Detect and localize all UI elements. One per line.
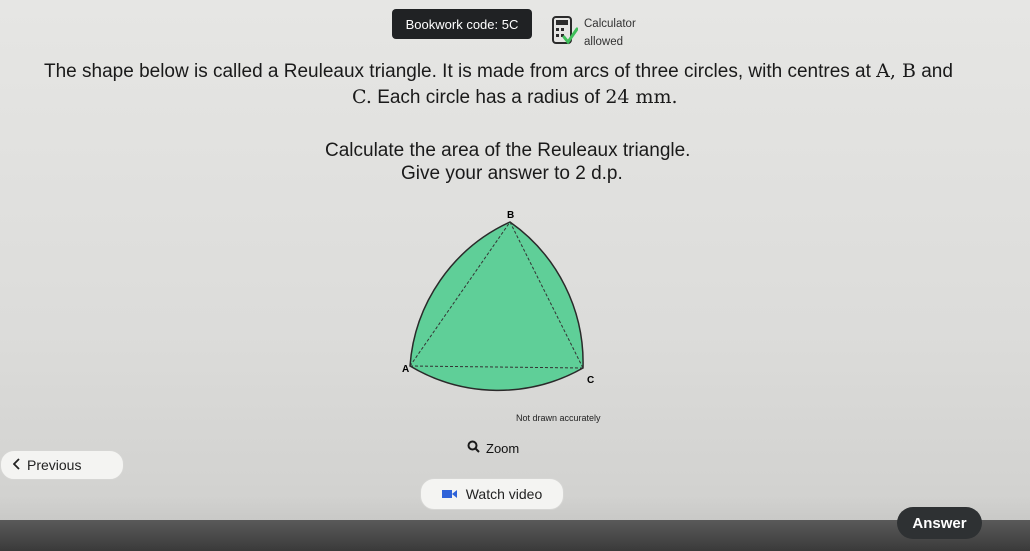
centre-c: C. bbox=[352, 86, 372, 108]
chevron-left-icon bbox=[12, 457, 21, 473]
bottom-bar bbox=[0, 520, 1030, 551]
calculator-icon bbox=[550, 15, 579, 47]
calculator-allowed-label: Calculator allowed bbox=[584, 15, 636, 51]
previous-label: Previous bbox=[27, 457, 82, 473]
question-instruction: Calculate the area of the Reuleaux trian… bbox=[325, 140, 691, 161]
question-line-2: C. Each circle has a radius of 24 mm. bbox=[352, 86, 678, 108]
reuleaux-shape bbox=[409, 221, 584, 392]
answer-label: Answer bbox=[912, 514, 967, 532]
bookwork-code-text: Bookwork code: 5C bbox=[405, 16, 519, 32]
radius-value: 24 mm. bbox=[605, 86, 678, 108]
zoom-label: Zoom bbox=[486, 440, 520, 456]
magnifier-icon bbox=[467, 440, 480, 456]
answer-button[interactable]: Answer bbox=[897, 507, 982, 539]
label-a: A bbox=[402, 364, 409, 375]
label-b: B bbox=[507, 210, 514, 221]
question-line-1: The shape below is called a Reuleaux tri… bbox=[44, 60, 953, 82]
calculator-label: Calculator bbox=[584, 18, 636, 30]
bookwork-code-badge: Bookwork code: 5C bbox=[392, 9, 532, 39]
allowed-label: allowed bbox=[584, 36, 623, 48]
video-camera-icon bbox=[441, 486, 458, 502]
reuleaux-triangle-diagram: B A C bbox=[380, 198, 630, 428]
centres-ab: A, B bbox=[876, 60, 916, 82]
not-drawn-accurately-note: Not drawn accurately bbox=[516, 413, 601, 423]
watch-video-label: Watch video bbox=[465, 486, 543, 502]
label-c: C bbox=[587, 375, 594, 386]
question-precision: Give your answer to 2 d.p. bbox=[401, 163, 623, 184]
previous-button[interactable]: Previous bbox=[0, 450, 124, 480]
watch-video-button[interactable]: Watch video bbox=[420, 478, 564, 510]
zoom-link[interactable]: Zoom bbox=[467, 440, 519, 456]
